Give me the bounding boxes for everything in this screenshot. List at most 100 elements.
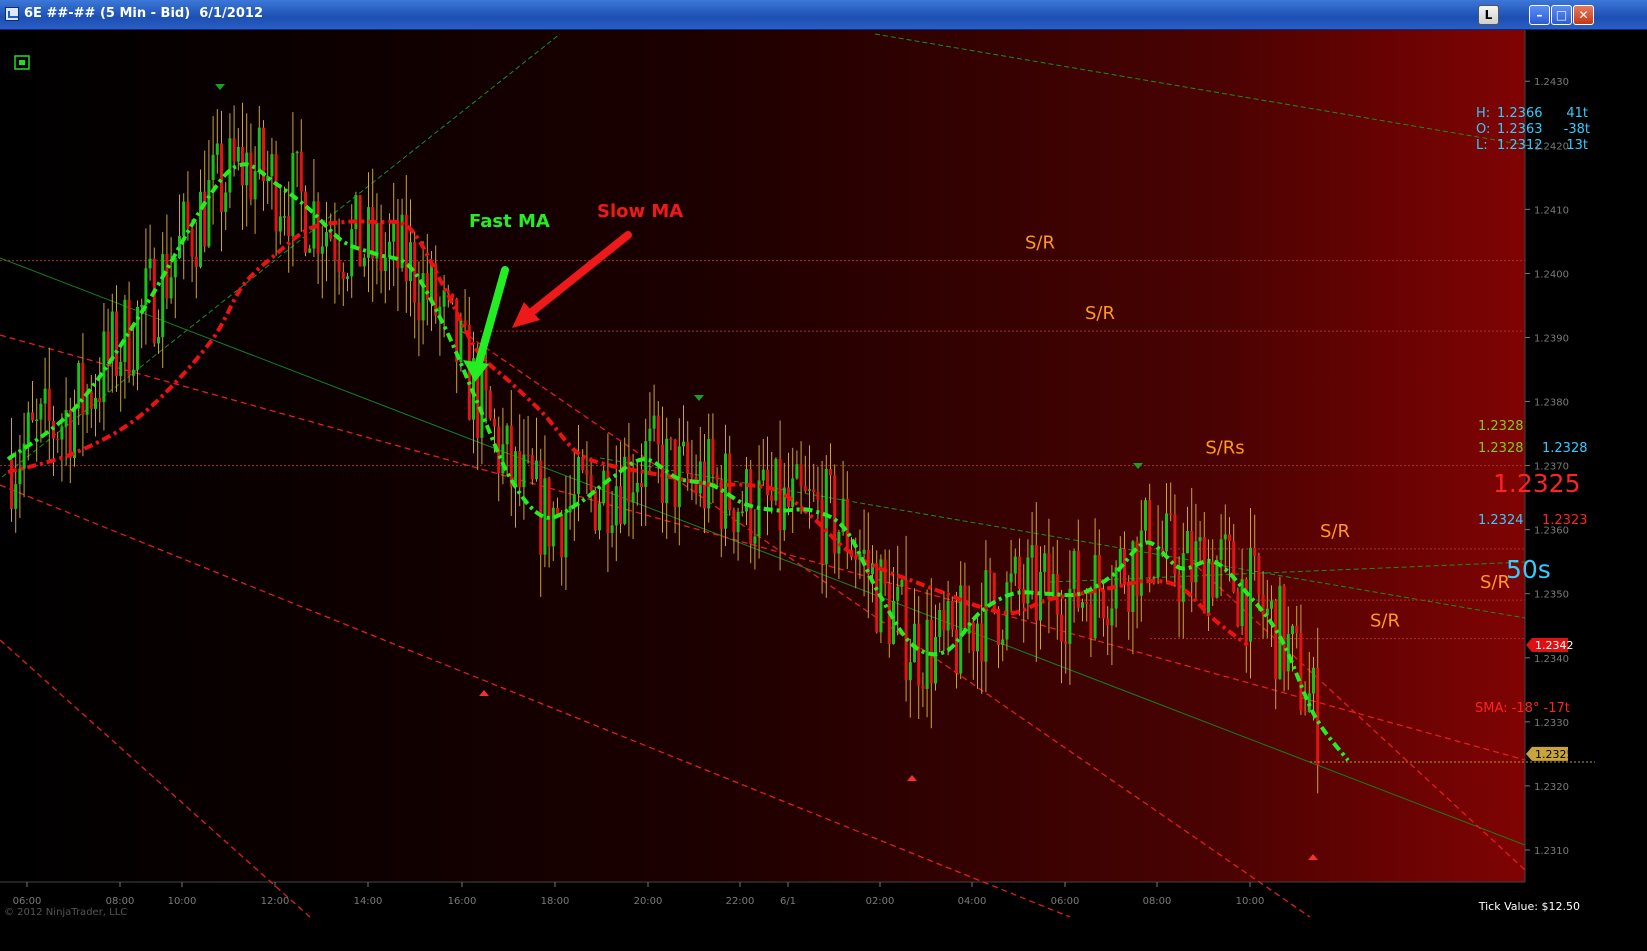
candle-down [845,498,849,551]
candle-down [417,302,421,321]
candle-up [505,425,509,445]
window-titlebar[interactable]: 6E ##-## (5 Min - Bid) 6/1/2012 L – □ ✕ [0,0,1647,30]
candle-down [799,464,803,487]
tick-value-label: Tick Value: $12.50 [1478,900,1580,913]
candle-down [89,391,93,409]
candle-down [425,273,429,301]
time-tick-label: 10:00 [168,896,197,907]
candle-down [1228,534,1231,541]
candle-down [186,201,190,229]
time-tick-label: 16:00 [448,896,477,907]
last-price-big: 1.2325 [1493,469,1580,498]
candle-down [988,570,992,573]
candle-down [1202,537,1206,614]
candle-down [585,470,589,475]
candle-down [249,152,253,200]
candle-down [1211,561,1215,598]
slow-ma-label: Slow MA [597,201,683,222]
candle-up [1139,530,1143,596]
candle-down [1097,555,1101,590]
candle-up [442,290,446,307]
candle-up [199,191,202,267]
candle-down [493,418,496,427]
candle-down [81,362,85,415]
sr-level-label: S/Rs [1205,438,1244,459]
candle-down [1169,513,1173,515]
price-tick-label: 1.2350 [1534,590,1569,601]
candle-down [1257,555,1261,595]
candle-up [934,636,937,684]
candle-down [770,495,774,501]
close-button[interactable]: ✕ [1573,5,1594,25]
price-tick-label: 1.2400 [1534,269,1569,280]
candle-up [1144,500,1147,531]
candle-down [816,492,820,500]
candle-up [652,415,656,429]
candle-up [350,229,354,277]
candle-up [1286,634,1290,672]
candle-down [396,220,400,269]
candle-down [715,474,719,480]
candle-up [1312,667,1315,694]
candle-down [1064,641,1068,644]
candle-down [929,619,933,684]
copyright-label: © 2012 NinjaTrader, LLC [4,907,127,918]
candle-up [161,254,165,338]
candle-up [610,525,614,534]
candle-up [614,486,618,526]
time-tick-label: 02:00 [866,896,895,907]
candle-down [203,191,207,247]
candle-down [333,238,337,260]
maximize-button[interactable]: □ [1551,5,1572,25]
time-tick-label: 10:00 [1236,896,1265,907]
candle-up [178,235,181,259]
candle-down [337,259,341,272]
candle-up [698,461,702,494]
candle-up [896,586,900,601]
candle-down [1034,545,1038,621]
candle-down [766,469,769,496]
price-tick-label: 1.2420 [1534,141,1569,152]
time-tick-label: 14:00 [354,896,383,907]
price-chart[interactable]: S/RS/RS/RsS/RS/RS/R Fast MA Slow MA H: 1… [0,30,1647,947]
candle-up [94,397,97,409]
candle-up [682,441,685,447]
minimize-button[interactable]: – [1529,5,1550,25]
candle-up [43,388,47,404]
candle-up [77,362,81,409]
candle-up [976,623,979,652]
candle-up [182,201,186,236]
chart-area[interactable]: S/R S/R S/Rs S/R S/R S/R Fast MA Slow MA H: 1… [0,30,1647,947]
readout-top: 1.2328 [1478,419,1524,434]
candle-up [169,277,173,299]
candle-down [358,195,362,267]
lock-button[interactable]: L [1478,5,1499,25]
candle-down [127,299,131,376]
candle-up [543,478,547,555]
candle-down [379,222,383,271]
candle-up [354,195,358,230]
candle-up [1165,513,1168,552]
time-axis-panel [0,882,1647,917]
candle-up [707,439,711,509]
candle-up [438,306,442,316]
candle-down [1085,602,1089,605]
candle-up [257,127,261,172]
candle-down [190,228,194,257]
candle-down [917,623,921,686]
candle-down [728,453,732,511]
time-tick-label: 06:00 [1051,896,1080,907]
candle-up [1043,553,1047,572]
candle-down [1160,548,1164,552]
candle-up [1152,577,1156,579]
candle-down [1190,530,1194,583]
candle-down [1253,547,1257,556]
candle-up [430,263,433,301]
candle-down [274,154,278,232]
candle-down [820,499,824,565]
candle-down [1274,600,1278,680]
candle-up [73,408,76,458]
candle-up [35,419,39,422]
time-tick-label: 22:00 [726,896,755,907]
candle-down [640,482,643,488]
